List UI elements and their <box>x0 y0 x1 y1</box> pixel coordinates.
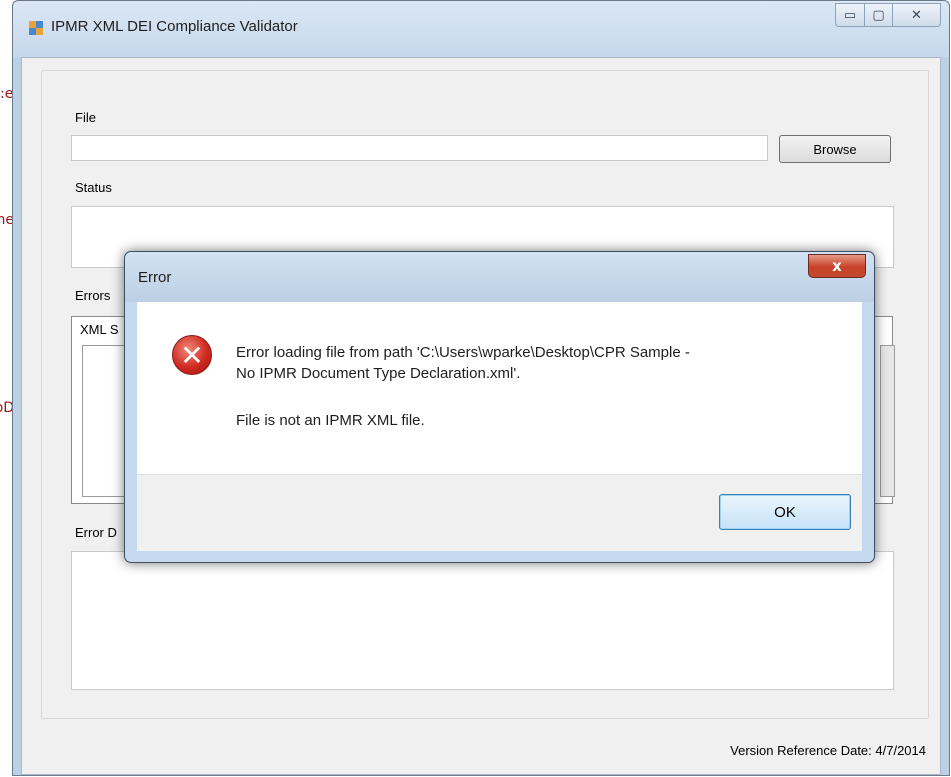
maximize-button[interactable]: ▢ <box>865 3 893 27</box>
window-title: IPMR XML DEI Compliance Validator <box>51 18 298 35</box>
ok-button[interactable]: OK <box>719 494 851 530</box>
tab-xml-schema[interactable]: XML S <box>80 322 119 337</box>
version-reference-date: Version Reference Date: 4/7/2014 <box>730 743 926 758</box>
close-button[interactable]: ✕ <box>893 3 941 27</box>
browse-button[interactable]: Browse <box>779 135 891 163</box>
error-message: Error loading file from path 'C:\Users\w… <box>236 342 836 384</box>
error-details-textbox[interactable] <box>71 551 894 690</box>
dialog-titlebar[interactable]: Error x <box>125 252 874 302</box>
dialog-body <box>137 302 862 474</box>
app-icon <box>29 21 43 35</box>
status-label: Status <box>75 180 112 195</box>
errors-label: Errors <box>75 288 111 303</box>
error-message-line: Error loading file from path 'C:\Users\w… <box>236 344 690 361</box>
dialog-close-button[interactable]: x <box>808 254 866 278</box>
error-detail: File is not an IPMR XML file. <box>236 412 425 429</box>
minimize-button[interactable]: ▭ <box>835 3 865 27</box>
dialog-title: Error <box>138 269 172 286</box>
error-dialog: Error x ✕ Error loading file from path '… <box>124 251 875 563</box>
error-message-line: No IPMR Document Type Declaration.xml'. <box>236 365 521 382</box>
error-details-label: Error D <box>75 525 117 540</box>
file-label: File <box>75 110 96 125</box>
errors-list-scrollbar[interactable] <box>880 345 895 497</box>
minimize-icon: ▭ <box>843 7 857 23</box>
error-icon: ✕ <box>172 335 212 375</box>
maximize-icon: ▢ <box>872 7 885 23</box>
errors-list[interactable] <box>82 345 129 497</box>
file-path-input[interactable] <box>71 135 768 161</box>
close-icon: x <box>832 257 842 275</box>
close-icon: ✕ <box>911 7 922 23</box>
main-titlebar[interactable]: IPMR XML DEI Compliance Validator ▭ ▢ ✕ <box>13 1 949 57</box>
